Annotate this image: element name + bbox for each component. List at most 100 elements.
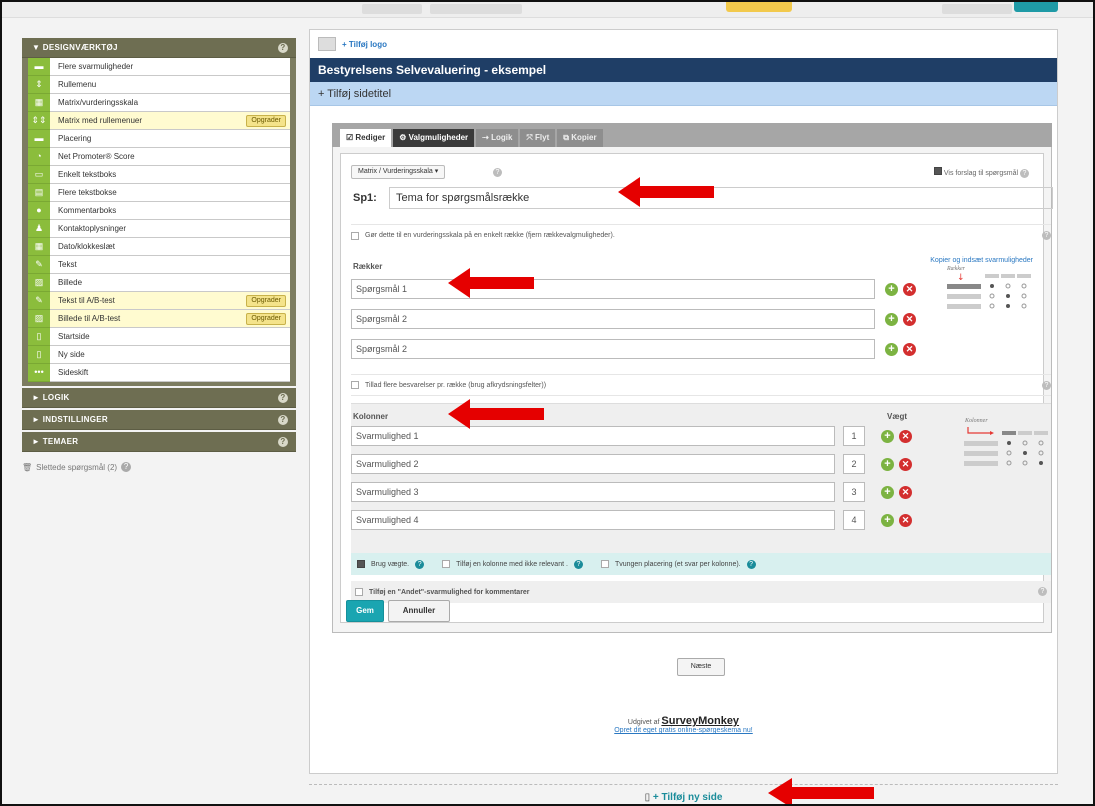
add-row-icon[interactable]: + [885, 313, 898, 326]
column-input[interactable]: Svarmulighed 3 [351, 482, 835, 502]
single-row-option[interactable]: Gør dette til en vurderingsskala på en e… [351, 224, 1051, 246]
add-new-page-bar[interactable]: ▯ + Tilføj ny side [309, 784, 1058, 804]
question-text-input[interactable]: Tema for spørgsmålsrække [389, 187, 1053, 209]
help-icon[interactable]: ? [1038, 587, 1047, 596]
toolbar-button[interactable] [942, 4, 1012, 14]
suggest-checkbox[interactable] [933, 167, 942, 175]
remove-column-icon[interactable]: ✕ [899, 458, 912, 471]
remove-column-icon[interactable]: ✕ [899, 514, 912, 527]
tab-move[interactable]: ⤧ Flyt [520, 129, 556, 147]
help-icon[interactable]: ? [278, 43, 288, 53]
add-column-icon[interactable]: + [881, 486, 894, 499]
add-row-icon[interactable]: + [885, 283, 898, 296]
add-other-checkbox[interactable] [355, 588, 363, 596]
help-icon[interactable]: ? [493, 168, 502, 177]
rows-preview-illustration: ↓ [947, 273, 1031, 309]
add-na-column-checkbox[interactable] [442, 560, 451, 568]
help-icon[interactable]: ? [1042, 381, 1051, 390]
multiple-answers-checkbox[interactable] [351, 381, 359, 389]
weight-input[interactable]: 1 [843, 426, 865, 446]
add-new-page-link[interactable]: + Tilføj ny side [653, 792, 723, 803]
design-tool-item[interactable]: ▭ Enkelt tekstboks [28, 165, 290, 184]
forced-ranking-checkbox[interactable] [600, 560, 609, 568]
design-tool-item[interactable]: ▯ Startside [28, 327, 290, 346]
create-survey-link[interactable]: Opret dit eget gratis online-spørgeskema… [309, 727, 1058, 734]
toolbar-button[interactable] [1014, 2, 1058, 12]
design-tool-item[interactable]: ⇕ Rullemenu [28, 75, 290, 94]
add-page-title-link[interactable]: + Tilføj sidetitel [310, 82, 1057, 106]
design-tool-item[interactable]: ✎ Tekst til A/B-test Opgrader [28, 291, 290, 310]
logic-header[interactable]: ► LOGIK ? [22, 388, 296, 408]
deleted-questions-link[interactable]: 🗑 Slettede spørgsmål (2) ? [22, 462, 296, 472]
help-icon[interactable]: ? [278, 437, 288, 447]
single-row-checkbox[interactable] [351, 231, 359, 240]
design-tool-item[interactable]: ▨ Billede til A/B-test Opgrader [28, 309, 290, 328]
column-input[interactable]: Svarmulighed 4 [351, 510, 835, 530]
weight-input[interactable]: 4 [843, 510, 865, 530]
design-tool-item[interactable]: ⇕⇕ Matrix med rullemenuer Opgrader [28, 111, 290, 130]
add-other-option[interactable]: Tilføj en "Andet"-svarmulighed for komme… [351, 581, 1051, 603]
toolbar-button[interactable] [362, 4, 422, 14]
row-input[interactable]: Spørgsmål 2 [351, 309, 875, 329]
tab-edit[interactable]: ☑ Rediger [340, 129, 392, 147]
design-tools-header[interactable]: ▼ DESIGNVÆRKTØJ ? [22, 38, 296, 58]
cancel-button[interactable]: Annuller [388, 600, 450, 622]
remove-row-icon[interactable]: ✕ [903, 283, 916, 296]
design-tool-item[interactable]: ✎ Tekst [28, 255, 290, 274]
tab-copy[interactable]: ⧉ Kopier [557, 129, 603, 147]
question-type-select[interactable]: Matrix / Vurderingsskala ▾ [351, 165, 446, 179]
help-icon[interactable]: ? [121, 462, 132, 472]
upgrade-button[interactable] [726, 2, 792, 12]
help-icon[interactable]: ? [278, 393, 288, 403]
help-icon[interactable]: ? [1042, 231, 1051, 240]
next-button[interactable]: Næste [677, 658, 725, 676]
add-column-icon[interactable]: + [881, 430, 894, 443]
design-tool-item[interactable]: ▨ Billede [28, 273, 290, 292]
help-icon[interactable]: ? [415, 559, 425, 569]
settings-header[interactable]: ► INDSTILLINGER ? [22, 410, 296, 430]
settings-title: ► INDSTILLINGER [32, 415, 108, 424]
design-tool-item[interactable]: ◔ Net Promoter® Score [28, 147, 290, 166]
design-tool-item[interactable]: ••• Sideskift [28, 363, 290, 382]
upgrade-badge[interactable]: Opgrader [246, 115, 286, 127]
themes-header[interactable]: ► TEMAER ? [22, 432, 296, 452]
add-column-icon[interactable]: + [881, 458, 894, 471]
add-row-icon[interactable]: + [885, 343, 898, 356]
design-tool-item[interactable]: ▬ Placering [28, 129, 290, 148]
tab-options[interactable]: ⚙ Valgmuligheder [393, 129, 475, 147]
remove-row-icon[interactable]: ✕ [903, 343, 916, 356]
column-input[interactable]: Svarmulighed 2 [351, 454, 835, 474]
design-tool-item[interactable]: ▦ Dato/klokkeslæt [28, 237, 290, 256]
remove-column-icon[interactable]: ✕ [899, 486, 912, 499]
design-tool-item[interactable]: ♟ Kontaktoplysninger [28, 219, 290, 238]
use-weights-checkbox[interactable] [357, 560, 365, 568]
save-button[interactable]: Gem [346, 600, 384, 622]
help-icon[interactable]: ? [1020, 169, 1029, 178]
design-tool-item[interactable]: ▤ Flere tekstbokse [28, 183, 290, 202]
survey-title[interactable]: Bestyrelsens Selvevaluering - eksempel [310, 58, 1057, 82]
add-column-icon[interactable]: + [881, 514, 894, 527]
remove-column-icon[interactable]: ✕ [899, 430, 912, 443]
toolbar-button[interactable] [430, 4, 522, 14]
surveymonkey-brand-link[interactable]: SurveyMonkey [661, 715, 739, 727]
weight-input[interactable]: 3 [843, 482, 865, 502]
row-input[interactable]: Spørgsmål 2 [351, 339, 875, 359]
upgrade-badge[interactable]: Opgrader [246, 313, 286, 325]
remove-row-icon[interactable]: ✕ [903, 313, 916, 326]
design-tool-item[interactable]: ● Kommentarboks [28, 201, 290, 220]
help-icon[interactable]: ? [278, 415, 288, 425]
column-input[interactable]: Svarmulighed 1 [351, 426, 835, 446]
design-tool-item[interactable]: ▬ Flere svarmuligheder [28, 57, 290, 76]
copy-paste-answers-link[interactable]: Kopier og indsæt svarmuligheder [930, 257, 1033, 264]
row-input[interactable]: Spørgsmål 1 [351, 279, 875, 299]
design-tool-item[interactable]: ▯ Ny side [28, 345, 290, 364]
upgrade-badge[interactable]: Opgrader [246, 295, 286, 307]
weight-input[interactable]: 2 [843, 454, 865, 474]
suggest-questions-toggle[interactable]: Vis forslag til spørgsmål ? [933, 167, 1029, 178]
add-logo-link[interactable]: + Tilføj logo [342, 40, 387, 49]
help-icon[interactable]: ? [573, 559, 583, 569]
tab-logic[interactable]: ⇢ Logik [476, 129, 519, 147]
design-tool-item[interactable]: ▦ Matrix/vurderingsskala [28, 93, 290, 112]
help-icon[interactable]: ? [746, 559, 756, 569]
multiple-answers-option[interactable]: Tillad flere besvarelser pr. række (brug… [351, 374, 1051, 396]
